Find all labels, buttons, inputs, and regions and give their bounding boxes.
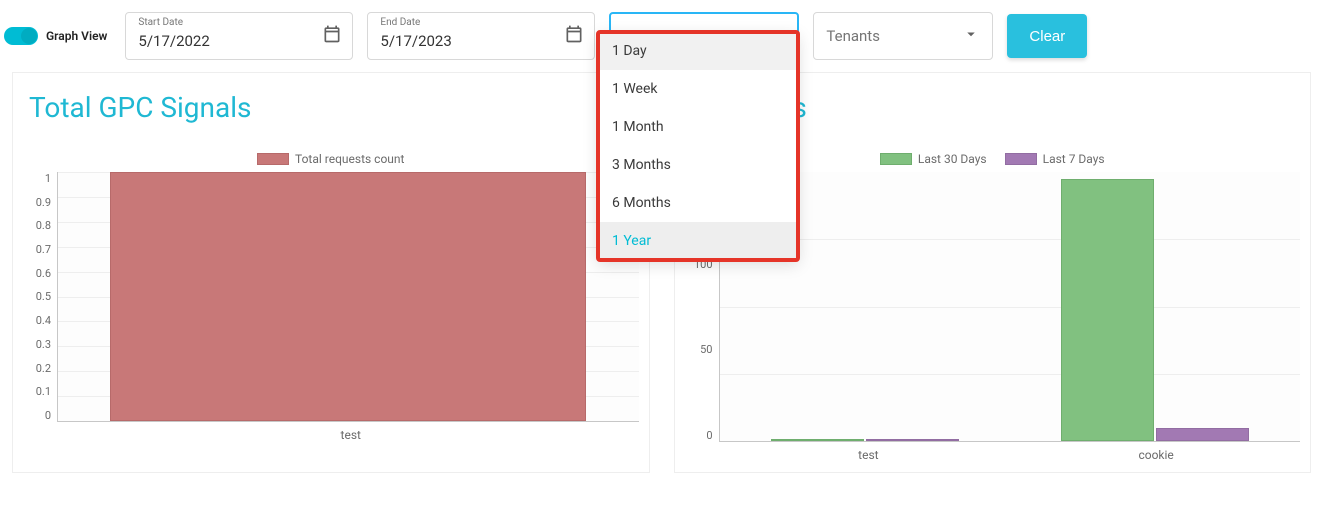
range-option[interactable]: 1 Week <box>598 70 798 108</box>
y-tick: 0 <box>45 409 51 422</box>
y-tick: 0.7 <box>36 243 51 256</box>
bar <box>1156 428 1249 441</box>
y-tick: 0.4 <box>36 314 51 327</box>
calendar-icon[interactable] <box>564 24 584 48</box>
y-tick: 0.1 <box>36 385 51 398</box>
plot-area <box>57 172 639 422</box>
x-axis: test <box>23 428 639 442</box>
end-date-label: End Date <box>380 17 420 28</box>
bar <box>866 439 959 441</box>
range-option[interactable]: 1 Day <box>598 32 798 70</box>
y-tick: 0.5 <box>36 290 51 303</box>
plot-area <box>719 172 1301 442</box>
y-tick: 0.2 <box>36 362 51 375</box>
legend-label: Total requests count <box>295 152 404 166</box>
start-date-label: Start Date <box>138 17 183 28</box>
bar <box>110 172 586 421</box>
y-tick: 0.9 <box>36 196 51 209</box>
range-option[interactable]: 3 Months <box>598 146 798 184</box>
calendar-icon[interactable] <box>322 24 342 48</box>
chart-total-gpc: Total requests count 1 0.9 0.8 0.7 0.6 0.5 0.4 0… <box>23 152 639 442</box>
tenants-select[interactable]: Tenants <box>813 12 993 60</box>
bar <box>771 439 864 441</box>
legend-item: Last 7 Days <box>1005 152 1105 166</box>
y-tick: 0 <box>706 429 712 442</box>
legend-swatch <box>257 153 289 165</box>
range-option[interactable]: 1 Year <box>598 222 798 260</box>
range-option[interactable]: 1 Month <box>598 108 798 146</box>
y-axis: 1 0.9 0.8 0.7 0.6 0.5 0.4 0.3 0.2 0.1 0 <box>23 172 57 422</box>
legend-swatch <box>1005 153 1037 165</box>
chart-legend: Total requests count <box>23 152 639 166</box>
y-tick: 0.6 <box>36 267 51 280</box>
view-toggle[interactable]: Graph View <box>4 27 107 45</box>
tenants-placeholder: Tenants <box>826 27 880 45</box>
y-tick: 50 <box>700 343 712 356</box>
range-option[interactable]: 6 Months <box>598 184 798 222</box>
legend-item: Last 30 Days <box>880 152 987 166</box>
start-date-value: 5/17/2022 <box>138 32 209 50</box>
x-tick: test <box>725 448 1013 462</box>
clear-button[interactable]: Clear <box>1007 14 1087 58</box>
end-date-value: 5/17/2023 <box>380 32 451 50</box>
panel-title: Total GPC Signals <box>29 91 639 124</box>
panel-total-gpc: Total GPC Signals Total requests count 1 0… <box>12 72 650 473</box>
range-dropdown[interactable]: 1 Day1 Week1 Month3 Months6 Months1 Year <box>598 32 798 260</box>
x-tick: cookie <box>1012 448 1300 462</box>
y-tick: 0.3 <box>36 338 51 351</box>
x-axis: testcookie <box>685 448 1301 462</box>
start-date-field[interactable]: Start Date 5/17/2022 <box>125 12 353 60</box>
category <box>1010 172 1300 441</box>
legend-label: Last 7 Days <box>1043 152 1105 166</box>
legend-label: Last 30 Days <box>918 152 987 166</box>
end-date-field[interactable]: End Date 5/17/2023 <box>367 12 595 60</box>
x-tick: test <box>63 428 639 442</box>
bar <box>1061 179 1154 441</box>
y-tick: 1 <box>45 172 51 185</box>
category <box>58 172 639 421</box>
toggle-switch[interactable] <box>4 27 38 45</box>
chevron-down-icon <box>962 25 980 47</box>
legend-swatch <box>880 153 912 165</box>
y-tick: 0.8 <box>36 219 51 232</box>
legend-item: Total requests count <box>257 152 404 166</box>
toggle-label: Graph View <box>46 29 107 43</box>
